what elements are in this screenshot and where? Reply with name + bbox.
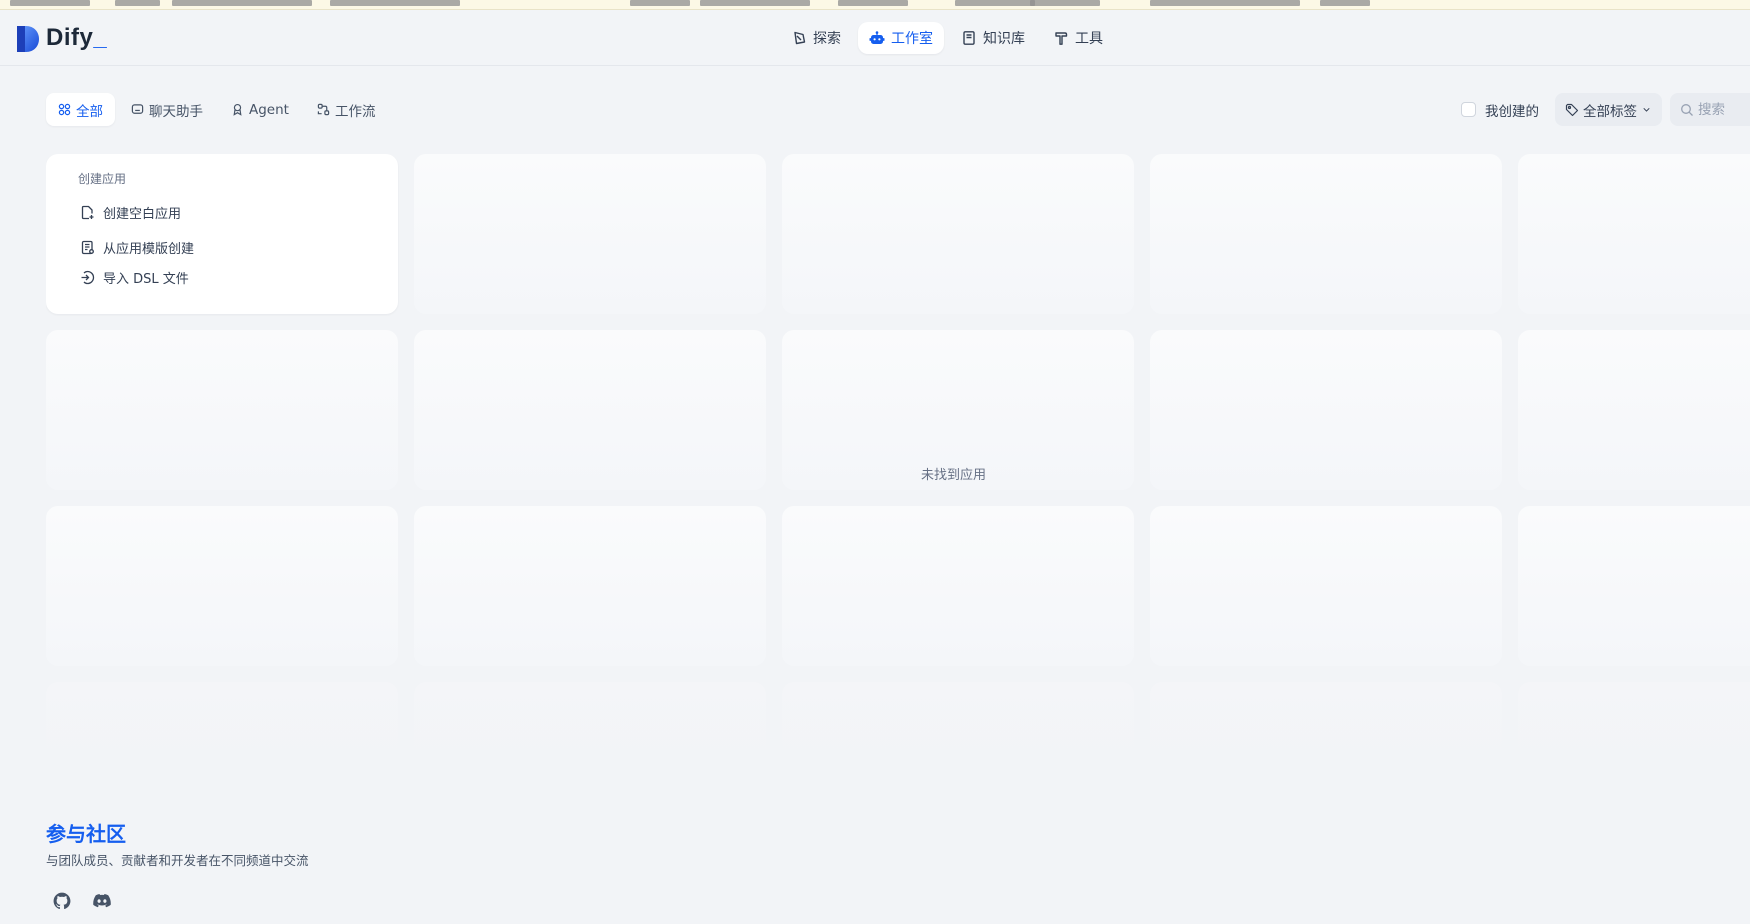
nav-tools-label: 工具	[1075, 31, 1103, 47]
search-input[interactable]	[1698, 101, 1748, 118]
agent-icon	[233, 103, 242, 116]
chat-icon	[131, 104, 144, 114]
compass-icon	[794, 31, 806, 45]
search-icon	[1681, 103, 1693, 116]
created-by-me-label: 我创建的	[1485, 103, 1539, 120]
app-card-placeholder	[1518, 682, 1750, 774]
app-card-placeholder	[46, 506, 398, 666]
discord-icon	[93, 894, 111, 908]
dify-logo[interactable]: Dify_	[16, 24, 107, 52]
new-file-icon	[81, 205, 94, 219]
app-card-placeholder	[782, 154, 1134, 314]
nav-studio[interactable]: 工作室	[858, 22, 944, 54]
book-icon	[963, 31, 975, 45]
app-card-placeholder	[1150, 330, 1502, 490]
app-card-placeholder	[414, 506, 766, 666]
search-box	[1670, 93, 1750, 126]
app-card-placeholder	[1150, 682, 1502, 774]
template-icon	[81, 240, 94, 254]
app-card-placeholder	[414, 682, 766, 774]
app-name: Dify_	[46, 24, 108, 51]
app-type-tabs: 全部 聊天助手 Agent 工作流	[46, 93, 391, 126]
nav-explore-label: 探索	[813, 31, 841, 47]
empty-state-text: 未找到应用	[921, 468, 987, 483]
nav-explore[interactable]: 探索	[780, 22, 852, 54]
chevron-down-icon	[1643, 107, 1650, 112]
create-app-card: 创建应用 创建空白应用 从应用模版创建 导入 DSL 文件	[46, 154, 398, 314]
app-card-placeholder	[46, 330, 398, 490]
created-by-me-checkbox[interactable]	[1461, 102, 1476, 117]
created-by-me-filter[interactable]: 我创建的	[1461, 100, 1539, 120]
grid-icon	[58, 103, 71, 116]
tab-workflow[interactable]: 工作流	[305, 93, 388, 126]
workflow-icon	[317, 103, 330, 116]
main-nav: 探索 工作室 知识库 工具	[780, 22, 1120, 54]
nav-datasets[interactable]: 知识库	[950, 22, 1036, 54]
create-blank-app-label: 创建空白应用	[103, 206, 182, 222]
tag-filter-label: 全部标签	[1583, 103, 1637, 120]
top-header: Dify_ 探索 工作室 知识库 工具	[0, 10, 1750, 66]
community-title: 参与社区	[46, 822, 126, 846]
tab-all-label: 全部	[76, 103, 103, 120]
tab-chat-assistant-label: 聊天助手	[149, 103, 203, 120]
nav-datasets-label: 知识库	[983, 31, 1025, 47]
filter-tools: 我创建的 全部标签	[1461, 93, 1750, 126]
browser-bookmarks-bar	[0, 0, 1750, 10]
github-icon	[53, 892, 71, 910]
app-card-placeholder	[1150, 154, 1502, 314]
app-card-placeholder	[782, 682, 1134, 774]
import-dsl-button[interactable]: 导入 DSL 文件	[80, 262, 398, 292]
app-card-placeholder	[1518, 154, 1750, 314]
community-section: 参与社区 与团队成员、贡献者和开发者在不同频道中交流	[46, 820, 309, 915]
tag-filter-select[interactable]: 全部标签	[1555, 93, 1662, 126]
create-blank-app-button[interactable]: 创建空白应用	[80, 197, 398, 227]
dify-logo-mark	[16, 25, 40, 52]
app-card-placeholder	[1518, 330, 1750, 490]
create-from-template-label: 从应用模版创建	[103, 241, 195, 257]
app-card-placeholder	[1150, 506, 1502, 666]
tab-workflow-label: 工作流	[334, 103, 376, 120]
tab-agent-label: Agent	[249, 101, 289, 118]
tab-all[interactable]: 全部	[46, 93, 115, 126]
import-icon	[81, 270, 95, 284]
tab-chat-assistant[interactable]: 聊天助手	[119, 93, 215, 126]
community-description: 与团队成员、贡献者和开发者在不同频道中交流	[46, 853, 309, 868]
app-card-placeholder	[414, 154, 766, 314]
github-link[interactable]	[46, 887, 78, 915]
app-card-placeholder	[1518, 506, 1750, 666]
tag-icon	[1565, 103, 1579, 116]
community-links	[46, 887, 309, 915]
nav-tools[interactable]: 工具	[1042, 22, 1114, 54]
app-card-placeholder	[414, 330, 766, 490]
discord-link[interactable]	[86, 887, 118, 915]
hammer-icon	[1055, 32, 1068, 45]
app-card-grid: 创建应用 创建空白应用 从应用模版创建 导入 DSL 文件	[46, 154, 1750, 774]
tab-agent[interactable]: Agent	[219, 93, 301, 126]
app-card-placeholder	[46, 682, 398, 774]
app-card-placeholder	[782, 506, 1134, 666]
import-dsl-label: 导入 DSL 文件	[103, 271, 189, 287]
robot-icon	[869, 31, 885, 44]
create-from-template-button[interactable]: 从应用模版创建	[80, 232, 398, 262]
nav-studio-label: 工作室	[891, 31, 933, 47]
create-app-title: 创建应用	[78, 172, 127, 186]
